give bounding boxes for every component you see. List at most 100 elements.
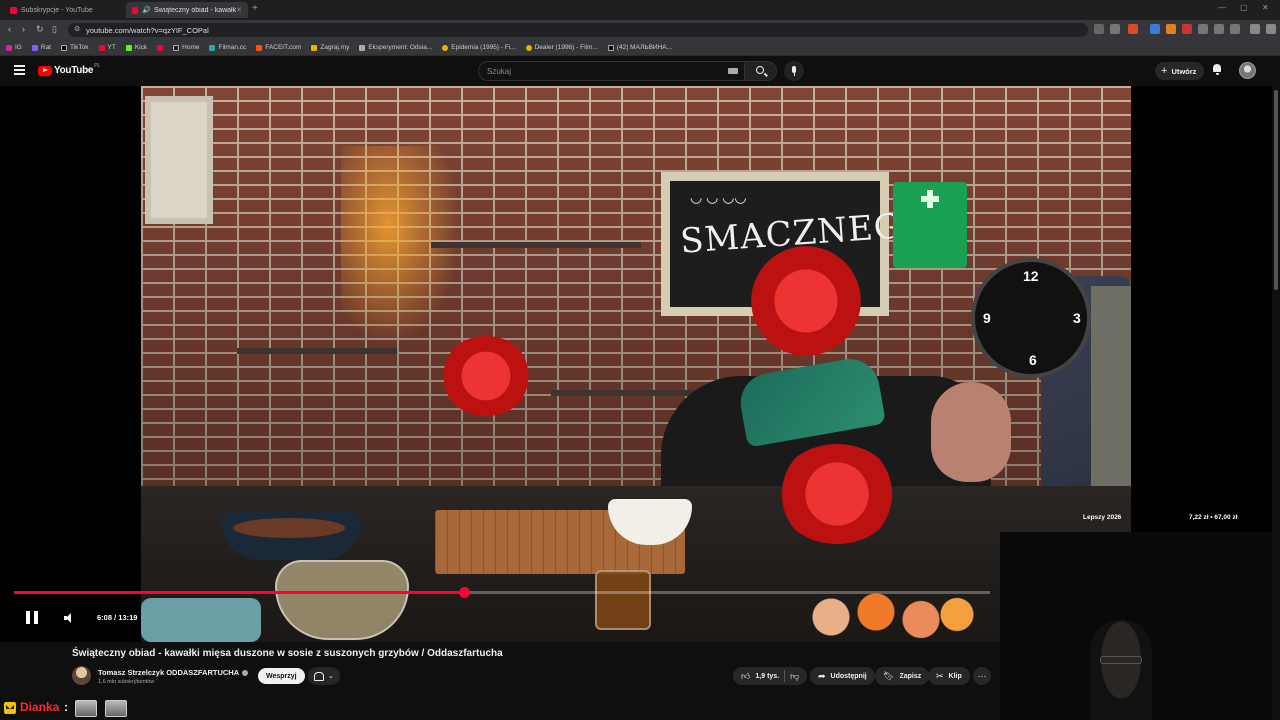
extensions-puzzle-icon[interactable] <box>1198 24 1208 34</box>
stream-goal-label: Lepszy 2026 <box>1083 514 1122 521</box>
voice-search-icon[interactable] <box>784 61 804 81</box>
video-frame: ◡ ◡ ◡◡ SMACZNEGO 12 3 6 9 <box>141 86 1131 642</box>
crown-icon <box>4 702 16 714</box>
downloads-icon[interactable] <box>1214 24 1224 34</box>
create-button[interactable]: + Utwórz <box>1155 62 1205 80</box>
bookmark-item[interactable]: Rat <box>31 44 51 51</box>
channel-name[interactable]: Tomasz Strzelczyk ODDASZFARTUCHA <box>98 668 249 677</box>
stream-goal-amount: 7,22 zł • 67,00 zł <box>1189 514 1238 521</box>
bookmark-favicon-icon <box>525 44 532 51</box>
bookmark-item[interactable]: Dealer (1996) - Film... <box>525 44 598 51</box>
extension-icon[interactable] <box>1094 24 1104 34</box>
search-button[interactable] <box>745 61 777 81</box>
share-icon[interactable] <box>1110 24 1120 34</box>
teal-cloth <box>141 598 261 642</box>
wall-shelf <box>237 348 397 354</box>
bookmark-item[interactable]: Filman.cc <box>209 44 246 51</box>
bookmark-favicon-icon <box>359 44 366 51</box>
wall-shelf <box>431 242 641 248</box>
tab-label: Subskrypcje - YouTube <box>21 6 93 14</box>
bookmark-item[interactable]: IG <box>6 44 22 51</box>
browser-toolbar: ‹ › ↻ ▯ ⚙ youtube.com/watch?v=qzYIF_COPa… <box>0 20 1280 40</box>
extension-icon[interactable] <box>1166 24 1176 34</box>
youtube-favicon-icon <box>132 6 139 14</box>
channel-avatar[interactable] <box>72 666 91 685</box>
streamer-face <box>1090 620 1152 720</box>
page-scrollbar-thumb[interactable] <box>1274 90 1278 290</box>
dislike-icon[interactable]: 👎︎ <box>790 671 799 682</box>
url-text: youtube.com/watch?v=qzYIF_COPal <box>86 25 209 35</box>
account-avatar[interactable] <box>1239 62 1256 79</box>
bookmark-favicon-icon <box>311 44 318 51</box>
extension-icon[interactable] <box>1150 24 1160 34</box>
tab-current-video[interactable]: 🔊 Świąteczny obiad - kawałki m ✕ <box>126 2 248 18</box>
streamer-glasses <box>1100 656 1142 664</box>
tab-subscriptions[interactable]: Subskrypcje - YouTube <box>4 2 124 18</box>
speaker-icon: 🔊 <box>142 7 151 14</box>
bookmarks-bar: IG Rat TikTok YT Kick Home Filman.cc FAC… <box>0 40 1280 56</box>
search-input[interactable]: Szukaj <box>478 61 745 81</box>
keyboard-icon[interactable] <box>728 68 738 74</box>
join-button[interactable]: Wesprzyj <box>258 668 305 684</box>
bookmark-item[interactable]: Home <box>173 44 199 51</box>
progress-played <box>14 591 464 594</box>
bookmark-item[interactable]: Eksperyment: Odsia... <box>359 44 432 51</box>
kick-icon <box>125 44 132 51</box>
reload-icon[interactable]: ↻ <box>36 24 44 35</box>
like-count[interactable]: 1,9 tys. <box>755 673 779 680</box>
link-icon[interactable] <box>1230 24 1240 34</box>
bookmark-item[interactable]: (42) МАЛЬВИНА... <box>607 44 672 51</box>
glass-bowl <box>275 560 409 640</box>
volume-icon[interactable] <box>64 613 76 623</box>
bookmark-item[interactable]: FACEIT.com <box>256 44 301 51</box>
poinsettia-plant <box>441 336 531 416</box>
subscribed-button[interactable]: ⌄ <box>308 667 340 685</box>
maximize-button[interactable]: ▢ <box>1240 3 1248 12</box>
brave-shield-icon[interactable] <box>1128 24 1138 34</box>
poinsettia-plant <box>777 444 897 544</box>
bookmark-item[interactable] <box>157 44 164 51</box>
clip-button[interactable]: ✂ Klip <box>928 667 970 685</box>
instagram-icon <box>6 44 12 51</box>
address-bar[interactable]: ⚙ youtube.com/watch?v=qzYIF_COPal <box>68 23 1088 37</box>
youtube-play-icon <box>38 65 52 76</box>
close-tab-icon[interactable]: ✕ <box>236 6 242 14</box>
more-actions-icon[interactable]: ⋯ <box>973 667 991 685</box>
chalk-eyes: ◡ ◡ ◡◡ <box>690 189 747 205</box>
pause-icon[interactable] <box>26 611 38 624</box>
browser-tab-strip: Subskrypcje - YouTube 🔊 Świąteczny obiad… <box>0 0 1280 20</box>
back-icon[interactable]: ‹ <box>8 24 11 34</box>
forward-icon[interactable]: › <box>22 24 25 34</box>
divider <box>784 670 786 682</box>
minimize-button[interactable]: — <box>1218 3 1226 12</box>
notifications-icon[interactable] <box>1212 64 1222 75</box>
save-icon: 🔖︎ <box>883 670 895 681</box>
bookmark-item[interactable]: YT <box>98 44 116 51</box>
like-icon[interactable]: 👍︎ <box>741 671 750 682</box>
bookmark-item[interactable]: Kick <box>125 44 147 51</box>
extension-icon[interactable] <box>1182 24 1192 34</box>
new-tab-button[interactable]: + <box>252 3 258 14</box>
media-icon[interactable] <box>1250 24 1260 34</box>
save-button[interactable]: 🔖︎ Zapisz <box>875 667 930 685</box>
youtube-masthead: YouTube PL Szukaj + Utwórz <box>0 56 1280 86</box>
guide-menu-icon[interactable] <box>14 65 25 75</box>
share-button[interactable]: ➦ Udostępnij <box>810 667 875 685</box>
bookmark-item[interactable]: Zagraj.my <box>311 44 349 51</box>
meat-in-pan <box>233 518 345 538</box>
clock-numeral: 6 <box>1029 352 1037 368</box>
like-dislike-group: 👍︎ 1,9 tys. 👎︎ <box>733 667 808 685</box>
close-window-button[interactable]: ✕ <box>1262 3 1269 12</box>
tab-label: Świąteczny obiad - kawałki m <box>154 6 237 14</box>
tea-mug <box>595 570 651 630</box>
bookmark-item[interactable]: Epidemia (1995) - Fi... <box>442 44 516 51</box>
progress-scrubber[interactable] <box>458 587 470 598</box>
progress-bar[interactable] <box>14 587 990 598</box>
chat-separator: : <box>64 700 68 714</box>
menu-icon[interactable] <box>1266 24 1276 34</box>
youtube-logo[interactable]: YouTube PL <box>38 63 100 76</box>
chef-head <box>931 382 1011 482</box>
bookmark-icon[interactable]: ▯ <box>52 24 57 35</box>
site-info-icon[interactable]: ⚙ <box>74 25 80 33</box>
bookmark-item[interactable]: TikTok <box>61 44 89 51</box>
